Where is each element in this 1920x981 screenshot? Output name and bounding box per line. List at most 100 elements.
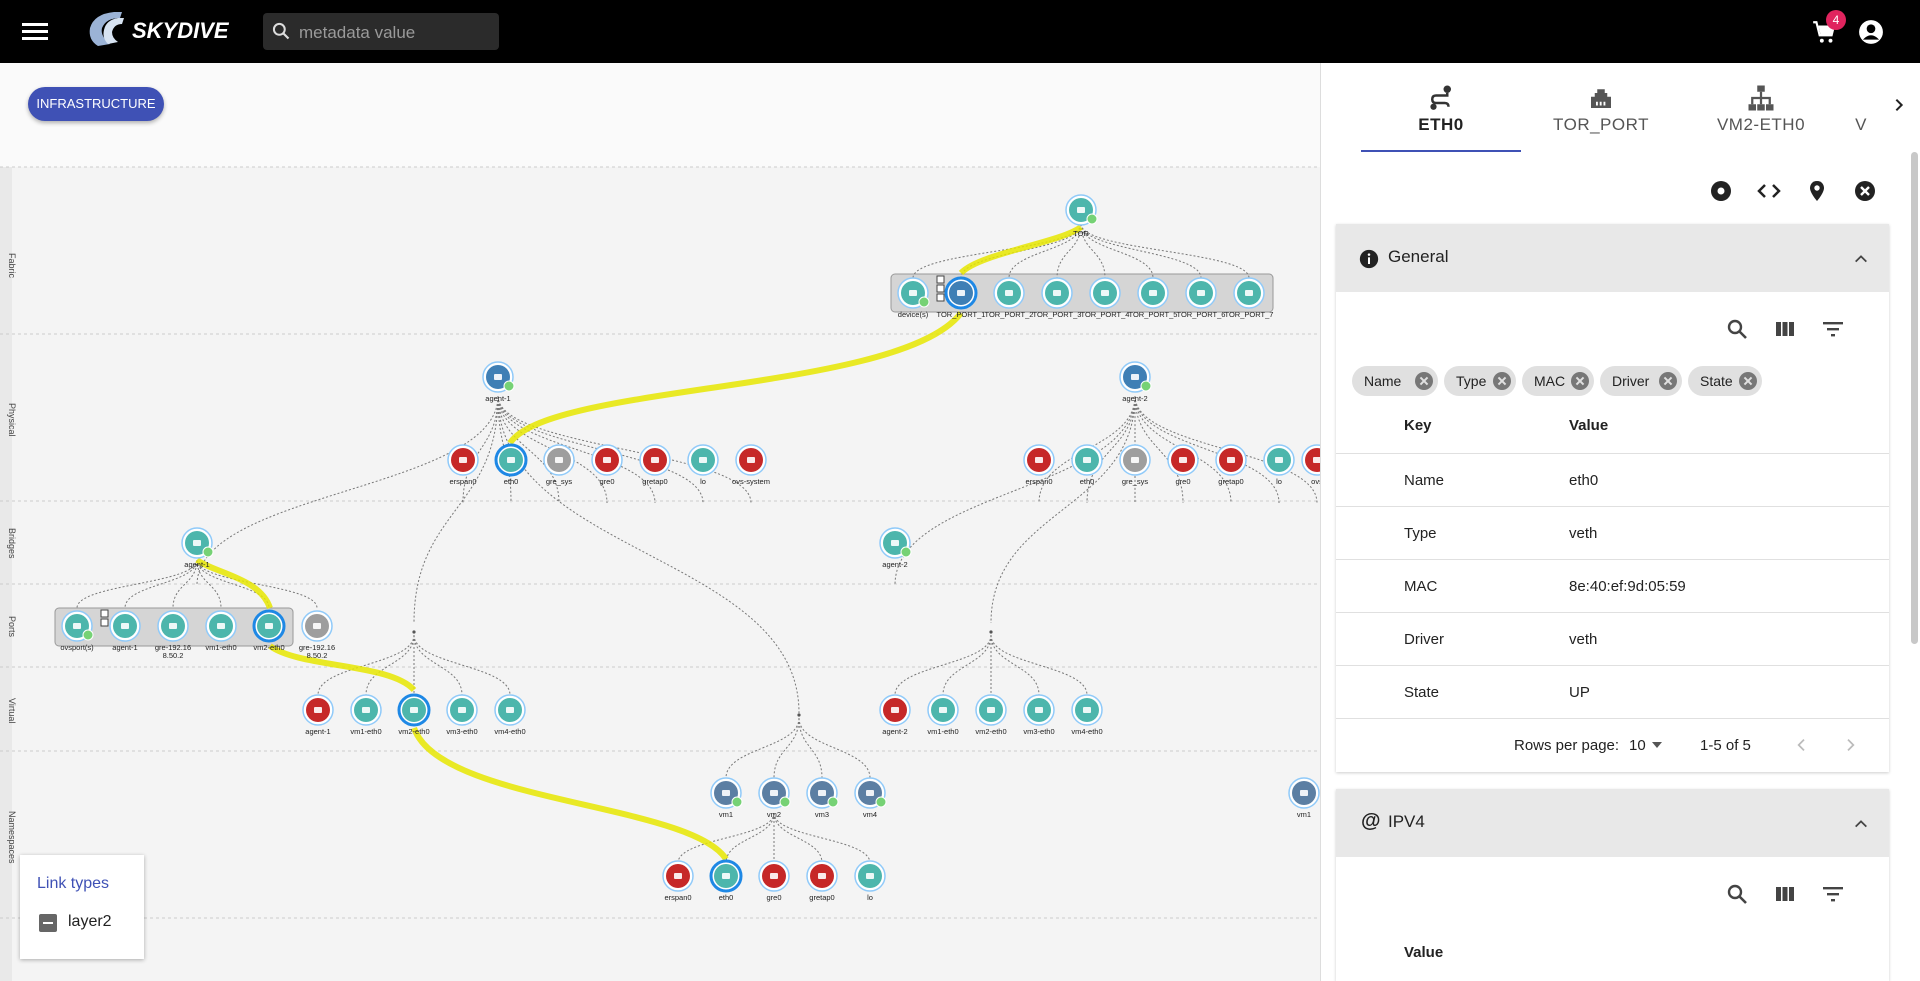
remove-chip-icon[interactable] — [1739, 372, 1757, 390]
topology-node[interactable]: agent-1 — [482, 361, 515, 403]
topology-node[interactable]: vm1-eth0 — [350, 694, 382, 736]
rows-per-page-select[interactable]: 10 — [1629, 737, 1646, 754]
tab-tor-port[interactable]: TOR_PORT — [1521, 81, 1681, 153]
topology-node[interactable]: vm4-eth0 — [494, 694, 526, 736]
chevron-up-icon[interactable] — [1853, 251, 1869, 267]
edge-hub — [989, 630, 993, 634]
table-row[interactable]: Driver veth — [1336, 612, 1889, 666]
node-label: TOR_PORT_3 — [1033, 310, 1082, 319]
topology-graph[interactable]: Fabric Physical Bridges Ports Virtual Na… — [0, 63, 1320, 981]
previous-page-icon[interactable] — [1794, 737, 1810, 753]
node-label: ovsport(s) — [60, 643, 94, 652]
chevron-up-icon[interactable] — [1853, 816, 1869, 832]
topology-node[interactable]: ovsport(s) — [60, 610, 94, 652]
remove-chip-icon[interactable] — [1415, 372, 1433, 390]
topology-node[interactable]: gretap0 — [639, 444, 671, 486]
remove-chip-icon[interactable] — [1493, 372, 1511, 390]
table-pagination: Rows per page: 10 1-5 of 5 — [1336, 718, 1889, 772]
topology-node[interactable]: gre_sys — [1119, 444, 1151, 486]
node-label: device(s) — [898, 310, 929, 319]
filter-list-icon[interactable] — [1821, 882, 1845, 906]
topology-node[interactable]: gre_sys — [543, 444, 575, 486]
center-node-icon[interactable] — [1709, 179, 1733, 203]
topology-node[interactable] — [1065, 194, 1098, 226]
remove-chip-icon[interactable] — [1571, 372, 1589, 390]
node-type-icon — [1035, 457, 1043, 463]
network-tree-icon — [1748, 85, 1774, 111]
topology-node[interactable]: device(s) — [897, 277, 930, 319]
column-header-value[interactable]: Value — [1404, 944, 1443, 961]
topology-node[interactable]: vm4-eth0 — [1071, 694, 1103, 736]
ipv4-section-header[interactable]: @ IPV4 — [1336, 789, 1889, 857]
menu-icon[interactable] — [22, 20, 48, 42]
topology-node[interactable]: vm3-eth0 — [446, 694, 478, 736]
close-icon[interactable] — [1853, 179, 1877, 203]
node-label: 8.50.2 — [307, 651, 328, 660]
topology-node[interactable]: vm2-eth0 — [975, 694, 1007, 736]
search-input[interactable] — [297, 13, 497, 52]
node-type-icon — [507, 457, 515, 463]
view-columns-icon[interactable] — [1773, 882, 1797, 906]
topology-node[interactable]: agent-2 — [879, 527, 912, 569]
node-label: vm1-eth0 — [205, 643, 236, 652]
column-chip-type[interactable]: Type — [1444, 366, 1516, 396]
column-header-value[interactable]: Value — [1569, 417, 1608, 434]
column-chip-mac[interactable]: MAC — [1522, 366, 1594, 396]
topology-node[interactable]: agent-1 — [302, 694, 334, 736]
column-chip-state[interactable]: State — [1688, 366, 1762, 396]
topology-node[interactable]: vm2-eth0 — [252, 609, 286, 652]
tab-label: VM2-ETH0 — [1716, 115, 1806, 134]
next-page-icon[interactable] — [1842, 737, 1858, 753]
node-label: agent-2 — [1122, 394, 1147, 403]
node-label: gretap0 — [642, 477, 667, 486]
tab-eth0[interactable]: ETH0 — [1361, 81, 1521, 153]
panel-scrollbar[interactable] — [1911, 152, 1918, 644]
topology-node[interactable]: erspan0 — [1023, 444, 1055, 486]
general-section: General Name Type MAC Driver State Key V… — [1336, 224, 1889, 772]
topology-node[interactable]: erspan0 — [447, 444, 479, 486]
code-icon[interactable] — [1757, 179, 1781, 203]
column-chip-name[interactable]: Name — [1352, 366, 1438, 396]
remove-chip-icon[interactable] — [1659, 372, 1677, 390]
topology-node[interactable]: agent-1 — [109, 610, 141, 652]
search-box[interactable] — [263, 13, 499, 52]
topology-node[interactable]: gretap0 — [1215, 444, 1247, 486]
topology-node[interactable]: erspan0 — [662, 860, 694, 902]
node-type-icon — [1300, 790, 1308, 796]
node-type-icon — [891, 540, 899, 546]
view-columns-icon[interactable] — [1773, 317, 1797, 341]
pin-icon[interactable] — [1805, 179, 1829, 203]
topology-node[interactable]: vm1-eth0 — [927, 694, 959, 736]
table-row[interactable]: MAC 8e:40:ef:9d:05:59 — [1336, 559, 1889, 613]
node-type-icon — [891, 707, 899, 713]
topology-node[interactable]: agent-2 — [1119, 361, 1152, 403]
topology-node[interactable]: vm2-eth0 — [397, 693, 431, 736]
tab-truncated[interactable]: V — [1841, 81, 1881, 153]
node-type-icon — [1131, 457, 1139, 463]
node-state-badge — [918, 296, 930, 308]
legend-checkbox[interactable] — [39, 914, 57, 932]
topology-node[interactable]: gretap0 — [806, 860, 838, 902]
search-icon[interactable] — [1725, 882, 1749, 906]
column-header-key[interactable]: Key — [1404, 417, 1432, 434]
general-section-header[interactable]: General — [1336, 224, 1889, 292]
tab-vm2-eth0[interactable]: VM2-ETH0 — [1681, 81, 1841, 153]
node-type-icon — [770, 873, 778, 879]
topology-node[interactable]: agent-2 — [879, 694, 911, 736]
topology-node[interactable]: agent-1 — [181, 527, 214, 569]
chevron-right-icon[interactable] — [1891, 97, 1907, 113]
node-type-icon — [818, 790, 826, 796]
node-label: lo — [1276, 477, 1282, 486]
column-chip-driver[interactable]: Driver — [1600, 366, 1682, 396]
topology-node[interactable]: vm3-eth0 — [1023, 694, 1055, 736]
account-icon[interactable] — [1858, 19, 1884, 45]
table-row[interactable]: Type veth — [1336, 506, 1889, 560]
filter-list-icon[interactable] — [1821, 317, 1845, 341]
table-row[interactable]: Name eth0 — [1336, 453, 1889, 507]
node-type-icon — [410, 707, 418, 713]
node-type-icon — [651, 457, 659, 463]
dropdown-arrow-icon[interactable] — [1652, 742, 1662, 748]
search-icon[interactable] — [1725, 317, 1749, 341]
table-row[interactable]: State UP — [1336, 665, 1889, 719]
topology-node[interactable]: vm1-eth0 — [205, 610, 237, 652]
